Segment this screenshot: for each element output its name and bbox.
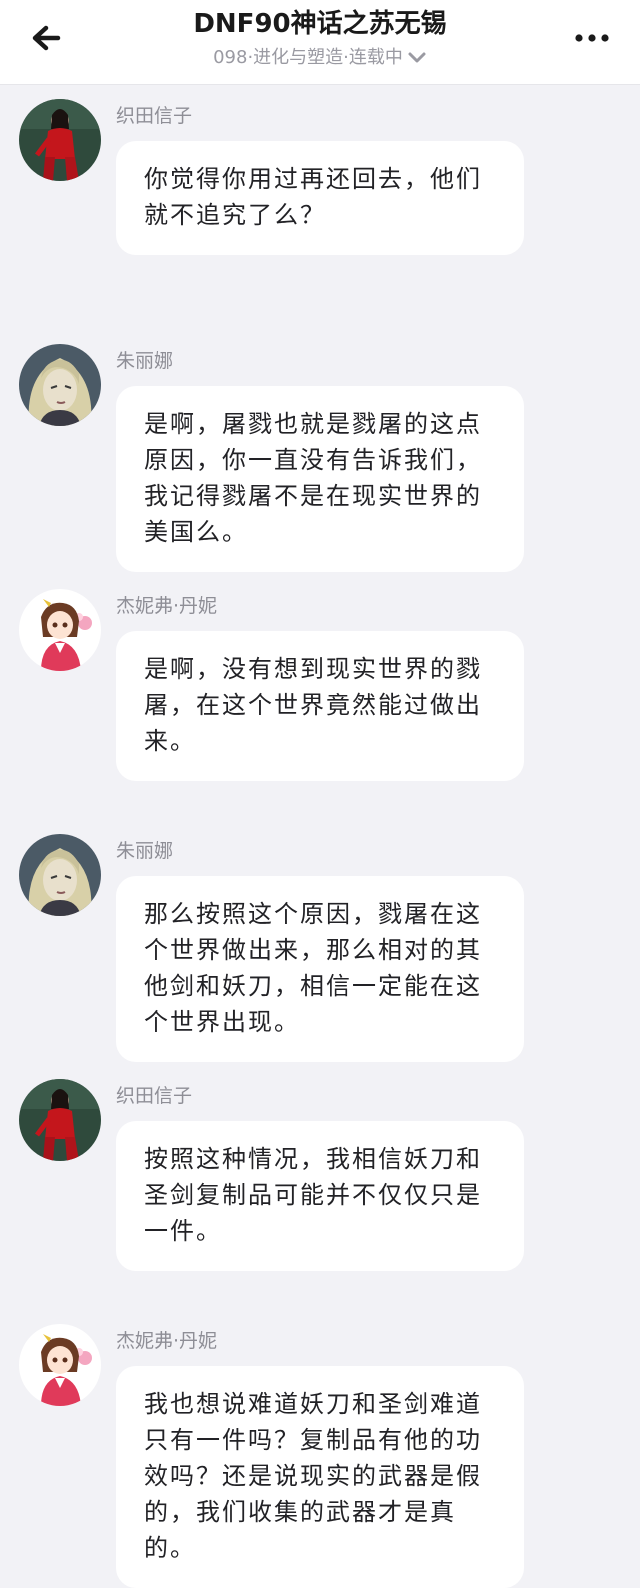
- avatar[interactable]: [19, 834, 101, 916]
- avatar[interactable]: [19, 1324, 101, 1406]
- chapter-selector[interactable]: 098·进化与塑造·连载中: [0, 46, 640, 70]
- sender-name: 织田信子: [116, 105, 193, 127]
- message-bubble: 我也想说难道妖刀和圣剑难道只有一件吗？复制品有他的功效吗？还是说现实的武器是假的…: [116, 1366, 524, 1588]
- avatar[interactable]: [19, 344, 101, 426]
- top-bar: DNF90神话之苏无锡 098·进化与塑造·连载中: [0, 0, 640, 85]
- avatar[interactable]: [19, 589, 101, 671]
- message-bubble: 是啊，屠戮也就是戮屠的这点原因，你一直没有告诉我们，我记得戮屠不是在现实世界的美…: [116, 386, 524, 572]
- message-item: 朱丽娜 那么按照这个原因，戮屠在这个世界做出来，那么相对的其他剑和妖刀，相信一定…: [0, 820, 640, 1065]
- message-feed[interactable]: 织田信子 你觉得你用过再还回去，他们就不追究了么？ 朱丽娜 是啊，屠戮也就是戮屠…: [0, 85, 640, 1588]
- chapter-subtitle: 098·进化与塑造·连载中: [213, 47, 403, 68]
- message-item: 朱丽娜 是啊，屠戮也就是戮屠的这点原因，你一直没有告诉我们，我记得戮屠不是在现实…: [0, 330, 640, 575]
- message-bubble: 那么按照这个原因，戮屠在这个世界做出来，那么相对的其他剑和妖刀，相信一定能在这个…: [116, 876, 524, 1062]
- book-title: DNF90神话之苏无锡: [193, 9, 447, 39]
- avatar[interactable]: [19, 1079, 101, 1161]
- sender-name: 杰妮弗·丹妮: [116, 1330, 218, 1352]
- message-bubble: 你觉得你用过再还回去，他们就不追究了么？: [116, 141, 524, 255]
- avatar[interactable]: [19, 99, 101, 181]
- more-dots-icon: [575, 34, 609, 42]
- sender-name: 织田信子: [116, 1085, 193, 1107]
- message-item: 织田信子 你觉得你用过再还回去，他们就不追究了么？: [0, 85, 640, 330]
- sender-name: 朱丽娜: [116, 350, 174, 372]
- message-bubble: 按照这种情况，我相信妖刀和圣剑复制品可能并不仅仅只是一件。: [116, 1121, 524, 1271]
- message-item: 织田信子 按照这种情况，我相信妖刀和圣剑复制品可能并不仅仅只是一件。: [0, 1065, 640, 1310]
- more-button[interactable]: [572, 24, 612, 52]
- chevron-down-icon[interactable]: [407, 51, 427, 65]
- message-bubble: 是啊，没有想到现实世界的戮屠，在这个世界竟然能过做出来。: [116, 631, 524, 781]
- sender-name: 杰妮弗·丹妮: [116, 595, 218, 617]
- message-item: 杰妮弗·丹妮 是啊，没有想到现实世界的戮屠，在这个世界竟然能过做出来。: [0, 575, 640, 820]
- sender-name: 朱丽娜: [116, 840, 174, 862]
